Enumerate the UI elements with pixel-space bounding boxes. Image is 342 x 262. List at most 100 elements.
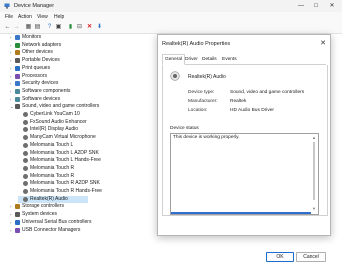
menu-bar: File Action View Help (0, 12, 342, 22)
tab-general[interactable]: General (162, 54, 186, 65)
tree-device[interactable]: Intel(R) Display Audio (18, 126, 158, 133)
tree-item-label: Portable Devices (22, 57, 60, 64)
tab-driver[interactable]: Driver (183, 55, 200, 64)
tree-device[interactable]: Melomania Touch L A2DP SNK (18, 150, 158, 157)
tab-events[interactable]: Events (220, 55, 239, 64)
location-label: Location: (188, 108, 208, 113)
tree-device[interactable]: Melomania Touch L Hands-Free (18, 157, 158, 164)
chevron-right-icon[interactable]: › (10, 88, 12, 95)
chevron-right-icon[interactable]: › (10, 211, 12, 218)
tree-item-label: Software components (22, 87, 71, 94)
device-category-icon (15, 212, 20, 218)
chevron-right-icon[interactable]: › (10, 219, 12, 226)
scroll-up-icon[interactable]: ▲ (312, 135, 316, 140)
toolbar: ← → ▦ ▤ ? ▣ ▮ ⊟ ✕ ⬇ (0, 22, 342, 34)
device-manager-app-icon (4, 3, 10, 9)
tree-item-label: Security devices (22, 80, 59, 87)
tree-device[interactable]: Melomania Touch R (18, 173, 158, 180)
scrollbar-thumb[interactable] (313, 142, 315, 200)
window-title: Device Manager (14, 3, 55, 9)
scroll-down-icon[interactable]: ▼ (312, 206, 316, 211)
tree-item-label: Realtek(R) Audio (30, 195, 68, 202)
tree-device[interactable]: CyberLink YouCam 10 (18, 111, 158, 118)
chevron-down-icon[interactable]: ⌄ (10, 103, 14, 110)
tree-category[interactable]: › Storage controllers (10, 203, 150, 210)
chevron-right-icon[interactable]: › (10, 96, 12, 103)
device-category-icon (15, 204, 20, 210)
forward-arrow-icon[interactable]: → (13, 24, 20, 31)
tab-details[interactable]: Details (200, 55, 219, 64)
tree-item-label: Storage controllers (22, 203, 64, 210)
tree-item-label: Melomania Touch R (30, 172, 75, 179)
chevron-right-icon[interactable]: › (10, 42, 12, 49)
speaker-icon (170, 71, 180, 81)
menu-help[interactable]: Help (54, 14, 64, 20)
update-driver-icon[interactable]: ▮ (67, 24, 74, 31)
tree-category[interactable]: › USB Connector Managers (10, 227, 150, 234)
tree-category[interactable]: › System devices (10, 211, 150, 218)
device-category-icon (15, 96, 20, 102)
back-arrow-icon[interactable]: ← (4, 24, 11, 31)
chevron-right-icon[interactable]: › (10, 80, 12, 87)
tree-item-label: Processors (22, 72, 48, 79)
tree-item-label: Monitors (22, 34, 42, 40)
speaker-icon (23, 196, 28, 202)
tree-category[interactable]: › Processors (10, 73, 150, 80)
tree-item-label: Universal Serial Bus controllers (22, 218, 92, 225)
tree-category[interactable]: › Universal Serial Bus controllers (10, 219, 150, 226)
chevron-right-icon[interactable]: › (10, 65, 12, 72)
menu-action[interactable]: Action (18, 14, 32, 20)
download-icon[interactable]: ⬇ (96, 24, 103, 31)
tree-device[interactable]: Realtek(R) Audio (18, 195, 88, 203)
close-button[interactable]: ✕ (325, 2, 339, 10)
help-book-icon[interactable]: ? (46, 24, 53, 31)
tree-category[interactable]: ⌄ Sound, video and game controllers (10, 103, 150, 110)
ok-button[interactable]: OK (266, 252, 294, 262)
tree-category[interactable]: › Software components (10, 88, 150, 95)
menu-file[interactable]: File (5, 14, 13, 20)
properties-icon[interactable]: ▦ (25, 24, 32, 31)
device-type-value: Sound, video and game controllers (230, 90, 305, 95)
device-type-label: Device type: (188, 90, 215, 95)
chevron-right-icon[interactable]: › (10, 57, 12, 64)
chevron-right-icon[interactable]: › (10, 73, 12, 80)
chevron-right-icon[interactable]: › (10, 49, 12, 56)
tree-device[interactable]: Melomania Touch R A2DP SNK (18, 180, 158, 187)
speaker-icon (23, 112, 28, 117)
tree-item-label: Melomania Touch R Hands-Free (30, 188, 102, 194)
device-category-icon (15, 88, 20, 94)
chevron-right-icon[interactable]: › (10, 34, 12, 41)
tree-category[interactable]: › Portable Devices (10, 57, 150, 64)
menu-view[interactable]: View (37, 14, 48, 20)
tree-category[interactable]: › Other devices (10, 49, 150, 56)
tree-category[interactable]: › Monitors (10, 34, 150, 41)
chevron-right-icon[interactable]: › (10, 203, 12, 210)
tree-category[interactable]: › Software devices (10, 96, 150, 103)
uninstall-icon[interactable]: ✕ (86, 24, 93, 31)
tab-strip: General Driver Details Events (162, 54, 326, 65)
maximize-button[interactable]: ☐ (309, 2, 323, 10)
dialog-close-button[interactable]: ✕ (320, 39, 326, 47)
tree-item-label: Network adapters (22, 41, 62, 48)
tree-category[interactable]: › Print queues (10, 65, 150, 72)
tree-device[interactable]: ManyCam Virtual Microphone (18, 134, 158, 141)
tree-item-label: Melomania Touch L A2DP SNK (30, 149, 99, 156)
tree-category[interactable]: › Security devices (10, 80, 150, 87)
tree-device[interactable]: FxSound Audio Enhancer (18, 119, 158, 126)
tree-item-label: Print queues (22, 64, 51, 71)
tree-category[interactable]: › Network adapters (10, 42, 150, 49)
scan-hardware-icon[interactable]: ▣ (55, 24, 62, 31)
speaker-icon (23, 150, 28, 156)
minimize-button[interactable]: — (294, 2, 308, 10)
help-icon[interactable]: ▤ (34, 24, 41, 31)
cancel-button[interactable]: Cancel (296, 252, 326, 262)
tree-device[interactable]: Melomania Touch R (18, 165, 158, 172)
speaker-icon (23, 189, 28, 194)
disable-icon[interactable]: ⊟ (76, 24, 83, 31)
tree-device[interactable]: Melomania Touch R Hands-Free (18, 188, 158, 195)
device-status-box[interactable] (170, 133, 319, 215)
speaker-icon (23, 127, 28, 133)
chevron-right-icon[interactable]: › (10, 227, 12, 234)
device-name: Realtek(R) Audio (188, 74, 226, 80)
tree-device[interactable]: Melomania Touch L (18, 142, 158, 149)
